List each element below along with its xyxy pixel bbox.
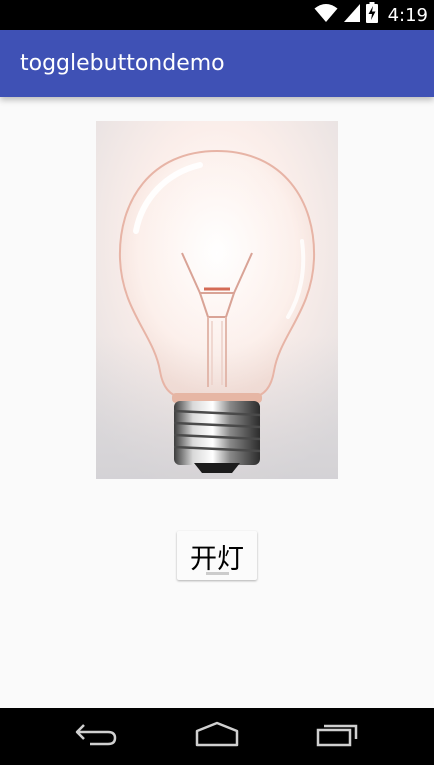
recent-apps-icon (316, 721, 360, 752)
status-icons: 4:19 (314, 0, 428, 30)
status-bar: 4:19 (0, 0, 434, 30)
app-bar: togglebuttondemo (0, 30, 434, 97)
app-title: togglebuttondemo (20, 51, 225, 76)
light-toggle-button[interactable]: 开灯 (177, 531, 257, 580)
main-content: 开灯 (0, 97, 434, 708)
cell-signal-icon (343, 3, 360, 27)
light-bulb-image (96, 121, 338, 479)
toggle-label: 开灯 (190, 544, 244, 575)
navigation-bar (0, 708, 434, 765)
status-time: 4:19 (387, 4, 428, 26)
back-button[interactable] (66, 708, 126, 765)
home-icon (194, 721, 240, 752)
home-button[interactable] (187, 708, 247, 765)
back-icon (74, 721, 118, 752)
battery-charging-icon (365, 2, 378, 28)
wifi-icon (314, 3, 338, 28)
toggle-indicator (206, 572, 229, 575)
recent-apps-button[interactable] (308, 708, 368, 765)
